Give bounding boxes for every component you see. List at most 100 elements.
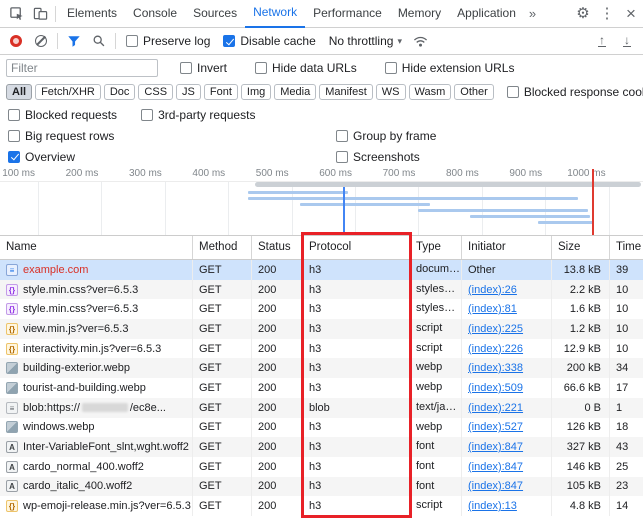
cell-name[interactable]: tourist-and-building.webp	[0, 378, 193, 398]
request-row[interactable]: ≡example.comGET200h3documentOther13.8 kB…	[0, 260, 643, 280]
overview-scrollbar[interactable]	[255, 182, 641, 187]
column-header-initiator[interactable]: Initiator	[462, 236, 552, 259]
chip-wasm[interactable]: Wasm	[409, 84, 452, 100]
initiator-link[interactable]: (index):847	[468, 461, 523, 473]
big-request-rows-checkbox[interactable]: Big request rows	[8, 129, 336, 143]
column-header-type[interactable]: Type	[410, 236, 462, 259]
initiator-link[interactable]: (index):527	[468, 421, 523, 433]
request-row[interactable]: {}interactivity.min.js?ver=6.5.3GET200h3…	[0, 339, 643, 359]
clear-button[interactable]	[29, 29, 53, 53]
initiator-link[interactable]: (index):226	[468, 343, 523, 355]
tab-memory[interactable]: Memory	[390, 0, 449, 28]
request-row[interactable]: building-exterior.webpGET200h3webp(index…	[0, 358, 643, 378]
checkbox[interactable]	[336, 130, 348, 142]
request-row[interactable]: ≡blob:https:///ec8e...GET200blobtext/jav…	[0, 398, 643, 418]
chip-ws[interactable]: WS	[376, 84, 406, 100]
network-conditions-button[interactable]	[409, 29, 433, 53]
checkbox[interactable]	[141, 109, 153, 121]
chip-css[interactable]: CSS	[138, 84, 173, 100]
initiator-link[interactable]: (index):225	[468, 323, 523, 335]
column-header-protocol[interactable]: Protocol	[303, 236, 410, 259]
inspect-element-icon[interactable]	[4, 2, 28, 26]
overview-checkbox[interactable]: Overview	[8, 150, 336, 164]
third-party-requests-checkbox[interactable]: 3rd-party requests	[141, 108, 255, 122]
cell-name[interactable]: {}view.min.js?ver=6.5.3	[0, 319, 193, 339]
filter-input[interactable]	[6, 59, 158, 77]
hide-data-urls-checkbox[interactable]: Hide data URLs	[255, 61, 357, 75]
column-header-method[interactable]: Method	[193, 236, 252, 259]
tab-performance[interactable]: Performance	[305, 0, 390, 28]
initiator-link[interactable]: (index):847	[468, 441, 523, 453]
invert-checkbox[interactable]: Invert	[180, 61, 227, 75]
group-by-frame-checkbox[interactable]: Group by frame	[336, 129, 436, 143]
cell-name[interactable]: {}wp-emoji-release.min.js?ver=6.5.3	[0, 496, 193, 516]
filter-toggle-button[interactable]	[62, 29, 86, 53]
blocked-requests-checkbox[interactable]: Blocked requests	[8, 108, 117, 122]
disable-cache-checkbox[interactable]: Disable cache	[223, 34, 315, 48]
kebab-menu-icon[interactable]: ⋮	[595, 2, 619, 26]
checkbox[interactable]	[255, 62, 267, 74]
initiator-link[interactable]: (index):847	[468, 480, 523, 492]
record-button[interactable]	[4, 29, 28, 53]
tab-sources[interactable]: Sources	[185, 0, 245, 28]
initiator-link[interactable]: (index):221	[468, 402, 523, 414]
chip-all[interactable]: All	[6, 84, 32, 100]
tab-console[interactable]: Console	[125, 0, 185, 28]
initiator-link[interactable]: (index):509	[468, 382, 523, 394]
checkbox[interactable]	[8, 109, 20, 121]
request-row[interactable]: Acardo_normal_400.woff2GET200h3font(inde…	[0, 457, 643, 477]
blocked-response-cookies-checkbox[interactable]: Blocked response cookies	[507, 85, 643, 99]
hide-extension-urls-checkbox[interactable]: Hide extension URLs	[385, 61, 515, 75]
cell-name[interactable]: {}style.min.css?ver=6.5.3	[0, 299, 193, 319]
checkbox[interactable]	[126, 35, 138, 47]
cell-name[interactable]: Acardo_italic_400.woff2	[0, 477, 193, 497]
throttling-select[interactable]: No throttling ▾	[323, 34, 408, 48]
request-row[interactable]: windows.webpGET200h3webp(index):527126 k…	[0, 418, 643, 438]
initiator-link[interactable]: (index):338	[468, 362, 523, 374]
request-row[interactable]: tourist-and-building.webpGET200h3webp(in…	[0, 378, 643, 398]
cell-name[interactable]: {}style.min.css?ver=6.5.3	[0, 280, 193, 300]
request-row[interactable]: {}wp-emoji-release.min.js?ver=6.5.3GET20…	[0, 496, 643, 516]
column-header-name[interactable]: Name	[0, 236, 193, 259]
cell-name[interactable]: {}interactivity.min.js?ver=6.5.3	[0, 339, 193, 359]
chip-other[interactable]: Other	[454, 84, 494, 100]
request-row[interactable]: {}view.min.js?ver=6.5.3GET200h3script(in…	[0, 319, 643, 339]
more-tabs-button[interactable]: »	[524, 6, 541, 21]
checkbox[interactable]	[385, 62, 397, 74]
timeline-band[interactable]	[0, 182, 643, 235]
cell-name[interactable]: ≡blob:https:///ec8e...	[0, 398, 193, 418]
export-har-button[interactable]: ↓	[615, 29, 639, 53]
settings-gear-icon[interactable]: ⚙	[571, 2, 595, 26]
tab-application[interactable]: Application	[449, 0, 524, 28]
initiator-link[interactable]: (index):26	[468, 284, 517, 296]
close-icon[interactable]: ×	[619, 2, 643, 26]
column-header-time[interactable]: Time	[610, 236, 643, 259]
request-row[interactable]: AInter-VariableFont_slnt,wght.woff2GET20…	[0, 437, 643, 457]
chip-img[interactable]: Img	[241, 84, 271, 100]
chip-js[interactable]: JS	[176, 84, 201, 100]
checkbox[interactable]	[8, 151, 20, 163]
chip-doc[interactable]: Doc	[104, 84, 136, 100]
chip-manifest[interactable]: Manifest	[319, 84, 373, 100]
column-header-status[interactable]: Status	[252, 236, 303, 259]
screenshots-checkbox[interactable]: Screenshots	[336, 150, 420, 164]
device-toolbar-icon[interactable]	[28, 2, 52, 26]
cell-name[interactable]: building-exterior.webp	[0, 358, 193, 378]
request-row[interactable]: Acardo_italic_400.woff2GET200h3font(inde…	[0, 477, 643, 497]
column-header-size[interactable]: Size	[552, 236, 610, 259]
chip-fetch-xhr[interactable]: Fetch/XHR	[35, 84, 101, 100]
initiator-link[interactable]: (index):81	[468, 303, 517, 315]
request-row[interactable]: {}style.min.css?ver=6.5.3GET200h3stylesh…	[0, 299, 643, 319]
chip-font[interactable]: Font	[204, 84, 238, 100]
tab-network[interactable]: Network	[245, 0, 305, 28]
cell-name[interactable]: AInter-VariableFont_slnt,wght.woff2	[0, 437, 193, 457]
checkbox[interactable]	[180, 62, 192, 74]
cell-name[interactable]: windows.webp	[0, 418, 193, 438]
cell-name[interactable]: Acardo_normal_400.woff2	[0, 457, 193, 477]
search-button[interactable]	[87, 29, 111, 53]
checkbox[interactable]	[507, 86, 519, 98]
request-row[interactable]: {}style.min.css?ver=6.5.3GET200h3stylesh…	[0, 280, 643, 300]
initiator-link[interactable]: (index):13	[468, 500, 517, 512]
checkbox[interactable]	[8, 130, 20, 142]
import-har-button[interactable]: ↑	[590, 29, 614, 53]
